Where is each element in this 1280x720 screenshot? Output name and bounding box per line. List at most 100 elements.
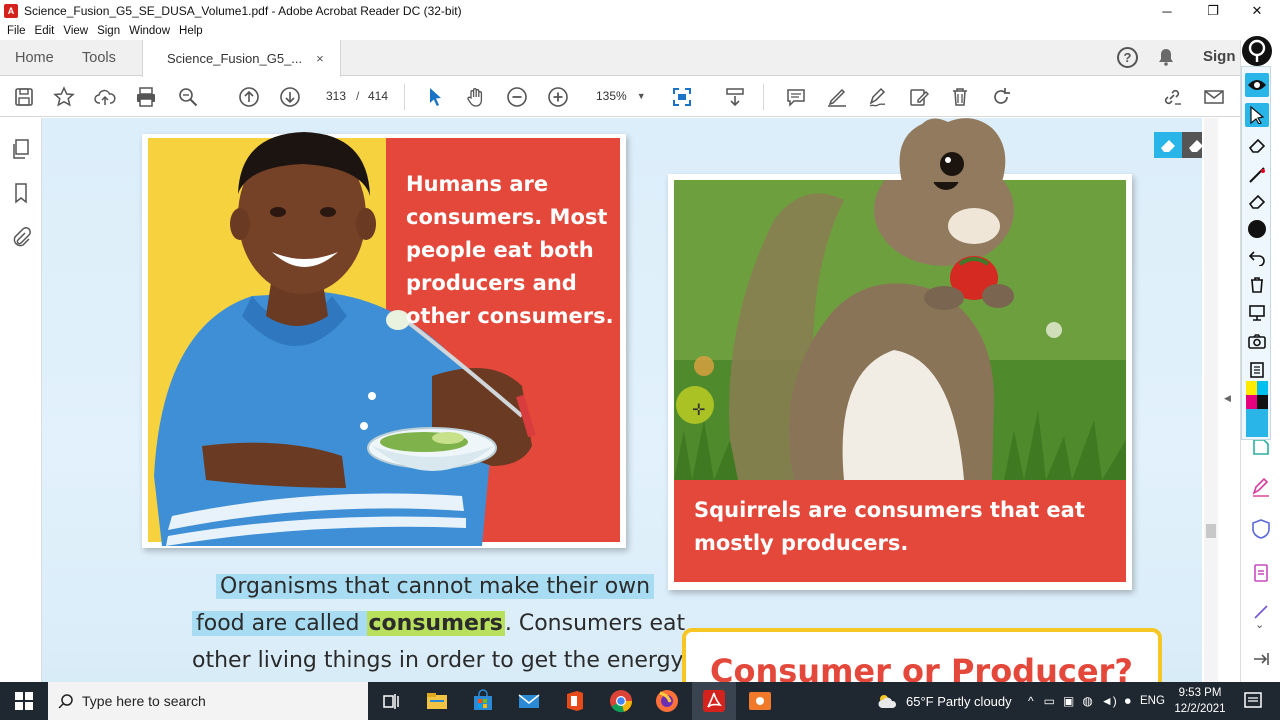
select-arrow-icon[interactable] (423, 85, 447, 109)
tab-tools[interactable]: Tools (82, 40, 116, 76)
attachment-icon[interactable] (10, 226, 32, 248)
prev-page-icon[interactable] (237, 85, 261, 109)
menu-edit[interactable]: Edit (35, 25, 55, 37)
collapse-right-icon[interactable]: ◀ (1224, 393, 1231, 404)
tab-home[interactable]: Home (15, 40, 54, 76)
next-page-icon[interactable] (278, 85, 302, 109)
highlighter-tool-icon[interactable] (1245, 133, 1269, 157)
firefox-icon[interactable] (654, 688, 680, 714)
save-icon[interactable] (12, 85, 36, 109)
windows-start-icon[interactable] (0, 682, 48, 720)
taskbar-clock[interactable]: 9:53 PM 12/2/2021 (1168, 685, 1232, 717)
rotate-icon[interactable] (989, 85, 1013, 109)
hand-tool-icon[interactable] (464, 85, 488, 109)
menu-bar: File Edit View Sign Window Help (0, 22, 1280, 40)
show-hidden-icons-icon[interactable]: ^ (1028, 694, 1034, 708)
scroll-mode-icon[interactable] (723, 85, 747, 109)
zoom-in-icon[interactable] (546, 85, 570, 109)
bell-icon[interactable] (1158, 48, 1174, 66)
menu-file[interactable]: File (7, 25, 26, 37)
microphone-icon[interactable]: ⏺ (1125, 694, 1131, 709)
menu-sign[interactable]: Sign (97, 25, 120, 37)
vertical-scrollbar[interactable] (1204, 118, 1218, 682)
network-icon[interactable]: ▣ (1063, 694, 1074, 708)
protect-shield-icon[interactable] (1250, 518, 1272, 540)
consumer-or-producer-box: Consumer or Producer? (682, 628, 1162, 682)
close-button[interactable]: ✕ (1234, 0, 1280, 22)
meet-now-icon[interactable]: ▭ (1044, 694, 1055, 708)
color-palette-icon[interactable] (1246, 381, 1268, 437)
screen-annotation-pin-icon[interactable] (1242, 36, 1272, 66)
color-dot-icon[interactable] (1245, 217, 1269, 241)
email-icon[interactable] (1202, 85, 1226, 109)
windows-taskbar: Type here to search 65°F Partly cloudy ^… (0, 682, 1280, 720)
scrollbar-thumb[interactable] (1206, 524, 1216, 538)
menu-help[interactable]: Help (179, 25, 203, 37)
maximize-button[interactable]: ❐ (1190, 0, 1236, 22)
squirrel-head-overflow (899, 118, 1006, 182)
wifi-icon[interactable]: ◍ (1082, 694, 1092, 708)
menu-window[interactable]: Window (129, 25, 170, 37)
page-total: 414 (368, 89, 389, 103)
clock-time: 9:53 PM (1178, 687, 1222, 699)
page-thumbnails-icon[interactable] (10, 138, 32, 160)
task-view-icon[interactable] (378, 688, 404, 714)
page-display-icon[interactable] (670, 85, 694, 109)
collapse-panel-icon[interactable] (1250, 648, 1272, 670)
mail-icon[interactable] (516, 688, 542, 714)
acrobat-taskbar-icon[interactable] (701, 688, 727, 714)
fill-sign-icon[interactable] (866, 85, 890, 109)
edit-pdf-icon[interactable] (907, 85, 931, 109)
weather-widget[interactable]: 65°F Partly cloudy (876, 682, 1012, 720)
search-zoom-icon[interactable] (176, 85, 200, 109)
zoom-value: 135% (596, 89, 627, 103)
left-nav-panel (0, 118, 42, 682)
eraser-alt-tool-icon[interactable] (1182, 132, 1202, 158)
taskbar-search-box[interactable]: Type here to search (48, 682, 368, 720)
upload-cloud-icon[interactable] (93, 85, 117, 109)
comment-icon[interactable] (784, 85, 808, 109)
body-line-2b: . Consumers eat (504, 611, 686, 636)
pointer-tool-icon[interactable] (1245, 103, 1269, 127)
language-indicator[interactable]: ENG (1140, 682, 1165, 720)
volume-icon[interactable]: ◄) (1101, 694, 1117, 708)
notifications-icon[interactable] (1240, 688, 1266, 714)
help-icon[interactable]: ? (1117, 47, 1138, 68)
office-icon[interactable] (562, 688, 588, 714)
expand-tools-icon[interactable]: ⌄ (1255, 618, 1264, 631)
clipboard-icon[interactable] (1245, 357, 1269, 381)
delete-icon[interactable] (948, 85, 972, 109)
document-view[interactable]: Humans are consumers. Most people eat bo… (42, 118, 1202, 682)
star-icon[interactable] (52, 85, 76, 109)
print-icon[interactable] (134, 85, 158, 109)
zoom-select[interactable]: 135% ▼ (588, 85, 650, 107)
eraser-tool-icon[interactable] (1245, 189, 1269, 213)
share-link-icon[interactable] (1160, 85, 1184, 109)
eye-icon[interactable] (1245, 73, 1269, 97)
camera-icon[interactable] (1245, 329, 1269, 353)
tab-close-icon[interactable]: × (316, 51, 324, 66)
undo-icon[interactable] (1245, 245, 1269, 269)
page-number-input[interactable]: 313 (318, 85, 354, 107)
line-tool-icon[interactable] (1245, 163, 1269, 187)
store-icon[interactable] (470, 688, 496, 714)
bookmark-icon[interactable] (10, 182, 32, 204)
chrome-icon[interactable] (608, 688, 634, 714)
screen-recorder-icon[interactable] (747, 688, 773, 714)
chevron-down-icon: ▼ (636, 91, 646, 101)
eraser-tool-icon[interactable] (1154, 132, 1182, 158)
fill-sign-tool-icon[interactable] (1250, 476, 1272, 498)
create-pdf-icon[interactable] (1250, 562, 1272, 584)
whiteboard-icon[interactable] (1245, 301, 1269, 325)
file-explorer-icon[interactable] (424, 688, 450, 714)
menu-view[interactable]: View (63, 25, 88, 37)
zoom-out-icon[interactable] (505, 85, 529, 109)
search-icon (58, 694, 73, 709)
minimize-button[interactable]: ─ (1144, 0, 1190, 22)
tab-document[interactable]: Science_Fusion_G5_... × (142, 40, 341, 77)
toolbar-divider (404, 84, 405, 110)
sign-in-link[interactable]: Sign (1203, 48, 1236, 65)
acrobat-app-icon: A (4, 4, 18, 18)
trash-icon[interactable] (1245, 273, 1269, 297)
highlight-pen-icon[interactable] (825, 85, 849, 109)
